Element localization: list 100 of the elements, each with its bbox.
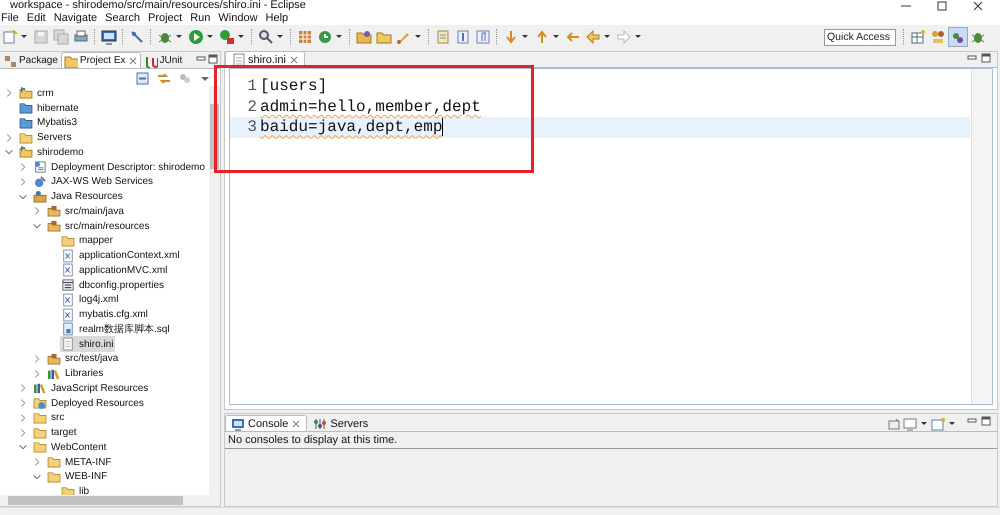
new-file-icon[interactable] bbox=[2, 29, 18, 45]
tab[interactable]: Project Ex bbox=[60, 52, 140, 68]
monitor-icon bbox=[231, 416, 245, 430]
tree-item[interactable]: WebContent bbox=[32, 439, 108, 456]
restore-icon[interactable] bbox=[936, 0, 948, 10]
tab[interactable]: Package bbox=[0, 52, 61, 68]
chevron-icon[interactable] bbox=[4, 148, 14, 157]
tab[interactable]: JUnit bbox=[140, 52, 186, 68]
tree-item[interactable]: src/main/java bbox=[46, 203, 126, 220]
close-icon[interactable] bbox=[972, 0, 984, 10]
chevron-icon[interactable] bbox=[18, 192, 28, 201]
menu-item[interactable]: File bbox=[0, 11, 23, 25]
line-number: 3 bbox=[246, 118, 257, 136]
monitor-icon[interactable] bbox=[101, 29, 117, 45]
tree-item[interactable]: target bbox=[32, 424, 79, 441]
open-perspective-icon[interactable] bbox=[910, 29, 926, 45]
chevron-icon[interactable] bbox=[4, 133, 14, 142]
chevron-icon[interactable] bbox=[18, 178, 28, 186]
chevron-icon[interactable] bbox=[32, 458, 42, 466]
folder-icon bbox=[47, 455, 61, 469]
tab[interactable]: Console bbox=[225, 415, 308, 431]
tree-item[interactable]: shirodemo bbox=[18, 144, 86, 160]
xml-file-icon bbox=[61, 293, 75, 307]
maximize-icon[interactable] bbox=[208, 54, 218, 64]
tree-item[interactable]: META-INF bbox=[46, 454, 114, 470]
tree-item[interactable]: Servers bbox=[18, 130, 74, 146]
tree-item[interactable]: Deployment Descriptor: shirodemo bbox=[32, 159, 207, 176]
tree-item[interactable]: JAX-WS Web Services bbox=[32, 174, 156, 190]
paragraph-icon[interactable] bbox=[475, 29, 491, 45]
chevron-icon[interactable] bbox=[18, 384, 28, 393]
minimize-icon[interactable] bbox=[196, 54, 206, 64]
scrollbar[interactable] bbox=[209, 86, 220, 495]
chevron-icon[interactable] bbox=[18, 162, 28, 172]
grid-icon[interactable] bbox=[297, 29, 313, 45]
menu-item[interactable]: Search bbox=[101, 11, 144, 25]
menu-item[interactable]: Project bbox=[144, 11, 186, 25]
run-tool-icon[interactable] bbox=[219, 29, 235, 45]
tree-item[interactable]: mapper bbox=[60, 232, 115, 249]
tree-item[interactable]: src/test/java bbox=[46, 350, 120, 367]
play-icon[interactable] bbox=[188, 29, 204, 45]
chevron-icon[interactable] bbox=[32, 222, 42, 230]
chevron-icon[interactable] bbox=[32, 472, 42, 482]
search-icon[interactable] bbox=[258, 29, 274, 45]
properties-file-icon bbox=[61, 278, 75, 292]
tree-item[interactable]: shiro.ini bbox=[60, 336, 116, 352]
code-line: admin=hello,member,dept bbox=[260, 98, 481, 116]
display-console-icon[interactable] bbox=[903, 417, 917, 431]
tree-item[interactable]: log4j.xml bbox=[60, 292, 120, 308]
chevron-icon[interactable] bbox=[18, 428, 28, 437]
tree-item[interactable]: JavaScript Resources bbox=[32, 380, 150, 396]
pin-console-icon[interactable] bbox=[887, 417, 901, 431]
pin-icon[interactable] bbox=[129, 29, 145, 45]
tree-item[interactable]: Deployed Resources bbox=[32, 395, 146, 412]
perspective-icon[interactable] bbox=[930, 29, 946, 45]
tree-item[interactable]: dbconfig.properties bbox=[60, 277, 166, 294]
package-folder-icon bbox=[47, 219, 61, 233]
menu-item[interactable]: Run bbox=[186, 11, 214, 25]
globe-icon bbox=[33, 175, 47, 189]
project-icon bbox=[19, 146, 33, 160]
chevron-icon[interactable] bbox=[18, 443, 28, 452]
tree-item[interactable]: mybatis.cfg.xml bbox=[60, 306, 150, 323]
chevron-icon[interactable] bbox=[32, 369, 42, 378]
chevron-icon[interactable] bbox=[18, 398, 28, 408]
maximize-icon[interactable] bbox=[981, 416, 991, 426]
document-icon[interactable] bbox=[435, 29, 451, 45]
maximize-icon[interactable] bbox=[981, 53, 991, 63]
tree-item[interactable]: applicationMVC.xml bbox=[60, 262, 170, 278]
menu-item[interactable]: Navigate bbox=[50, 11, 102, 25]
document-icon[interactable] bbox=[455, 29, 471, 45]
quick-access-field[interactable]: Quick Access bbox=[824, 28, 896, 46]
tree-item[interactable]: Mybatis3 bbox=[18, 114, 80, 131]
tree-item[interactable]: lib bbox=[60, 484, 92, 495]
tree-item[interactable]: applicationContext.xml bbox=[60, 248, 182, 264]
tree-item[interactable]: WEB-INF bbox=[46, 468, 110, 485]
collapse-all-icon[interactable] bbox=[135, 70, 149, 84]
tree-item[interactable]: Java Resources bbox=[32, 188, 125, 205]
java-resources-icon bbox=[33, 190, 47, 204]
chevron-icon[interactable] bbox=[32, 354, 42, 364]
tree-item[interactable]: realm数据库脚本.sql bbox=[60, 321, 172, 338]
tree-item[interactable]: src bbox=[32, 410, 66, 426]
menu-item[interactable]: Help bbox=[262, 11, 292, 25]
scrollbar[interactable] bbox=[971, 69, 992, 404]
tab[interactable]: Servers bbox=[307, 415, 374, 431]
tree-item[interactable]: crm bbox=[18, 86, 56, 102]
tree-item[interactable]: src/main/resources bbox=[46, 218, 152, 234]
menu-item[interactable]: Window bbox=[214, 11, 262, 25]
link-icon[interactable] bbox=[156, 70, 170, 84]
chevron-icon[interactable] bbox=[4, 89, 14, 98]
sql-file-icon bbox=[61, 322, 75, 336]
new-console-icon[interactable] bbox=[931, 417, 945, 431]
chevron-icon[interactable] bbox=[32, 207, 42, 216]
tree-item[interactable]: hibernate bbox=[18, 100, 81, 116]
folder-icon[interactable] bbox=[356, 29, 372, 45]
scrollbar[interactable] bbox=[0, 495, 220, 506]
chevron-icon[interactable] bbox=[18, 414, 28, 422]
menu-item[interactable]: Edit bbox=[22, 11, 50, 25]
tree-item[interactable]: Libraries bbox=[46, 366, 106, 382]
xml-file-icon bbox=[61, 308, 75, 322]
folder-icon bbox=[19, 101, 33, 115]
refresh-icon[interactable] bbox=[317, 29, 333, 45]
